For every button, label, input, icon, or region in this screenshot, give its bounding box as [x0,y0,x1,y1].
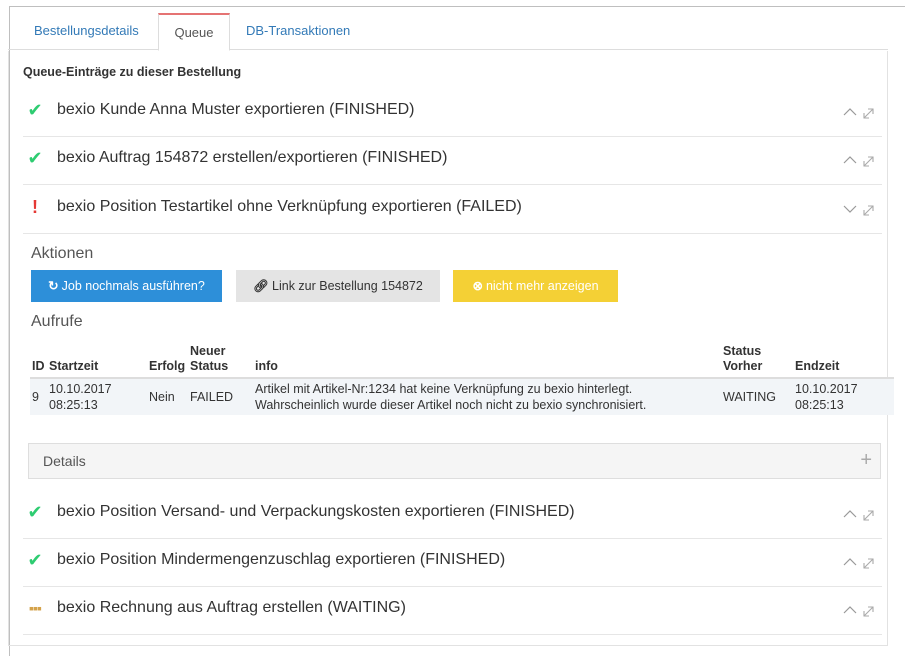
exclamation-icon: ! [32,197,38,217]
queue-item-title: bexio Auftrag 154872 erstellen/exportier… [57,149,448,166]
expand-arrow-icon[interactable] [863,558,874,569]
cell-id: 9 [30,377,47,415]
row-controls [842,601,882,619]
details-panel-header[interactable]: Details + [28,443,881,479]
calls-label: Aufrufe [31,313,83,330]
cell-prev-status: WAITING [721,377,793,415]
plus-icon[interactable]: + [860,448,872,472]
chevron-up-icon[interactable] [843,108,857,116]
queue-item-expanded[interactable]: ! bexio Position Testartikel ohne Verknü… [23,188,882,234]
check-icon: ✔ [27,100,43,120]
queue-item[interactable]: ✔ bexio Position Mindermengenzuschlag ex… [23,541,882,587]
col-success: Erfolg [147,341,188,379]
chevron-down-icon[interactable] [843,205,857,213]
dots-icon: ▪▪▪ [29,600,42,616]
expand-arrow-icon[interactable] [863,606,874,617]
tab-bestellungsdetails[interactable]: Bestellungsdetails [19,13,154,50]
row-controls [842,103,882,121]
queue-item-title: bexio Rechnung aus Auftrag erstellen (WA… [57,599,406,616]
col-end: Endzeit [793,341,894,379]
table-row: 9 10.10.2017 08:25:13 Nein FAILED Artikel… [30,377,894,415]
queue-item-title: bexio Position Versand- und Verpackungsk… [57,503,575,520]
col-prev-status: Status Vorher [721,341,793,379]
expand-arrow-icon[interactable] [863,205,874,216]
chevron-up-icon[interactable] [843,156,857,164]
cell-success: Nein [147,377,188,415]
times-circle-icon: ⊗ [472,279,483,293]
check-icon: ✔ [27,502,43,522]
retry-job-button[interactable]: ↻ Job nochmals ausführen? [31,270,222,302]
order-link-button[interactable]: 🔗︎ Link zur Bestellung 154872 [236,270,440,302]
expand-arrow-icon[interactable] [863,510,874,521]
row-controls [842,553,882,571]
refresh-icon: ↻ [48,279,59,293]
tab-db-transaktionen[interactable]: DB-Transaktionen [231,13,365,50]
link-icon: 🔗︎ [253,279,270,293]
tab-queue[interactable]: Queue [158,13,230,51]
check-icon: ✔ [27,550,43,570]
details-label: Details [43,453,86,469]
queue-item-title: bexio Position Testartikel ohne Verknüpf… [57,198,522,215]
expand-arrow-icon[interactable] [863,156,874,167]
col-info: info [253,341,721,379]
section-heading: Queue-Einträge zu dieser Bestellung [23,65,242,79]
table-header-row: ID Startzeit Erfolg Neuer Status info Sta… [30,341,894,379]
cell-info: Artikel mit Artikel-Nr:1234 hat keine Ve… [253,377,721,415]
queue-item[interactable]: ✔ bexio Auftrag 154872 erstellen/exporti… [23,139,882,185]
queue-item[interactable]: ✔ bexio Kunde Anna Muster exportieren (F… [23,91,882,137]
row-controls [842,151,882,169]
chevron-up-icon[interactable] [843,510,857,518]
queue-item-title: bexio Kunde Anna Muster exportieren (FIN… [57,101,415,118]
col-start: Startzeit [47,341,147,379]
hide-button[interactable]: ⊗ nicht mehr anzeigen [453,270,618,302]
col-id: ID [30,341,47,379]
tab-bar: Bestellungsdetails Queue DB-Transaktione… [8,13,888,51]
check-icon: ✔ [27,148,43,168]
queue-item-title: bexio Position Mindermengenzuschlag expo… [57,551,506,568]
calls-table: ID Startzeit Erfolg Neuer Status info Sta… [30,341,894,415]
chevron-up-icon[interactable] [843,558,857,566]
col-new-status: Neuer Status [188,341,253,379]
chevron-up-icon[interactable] [843,606,857,614]
row-controls [842,505,882,523]
row-controls [842,200,882,218]
cell-end: 10.10.2017 08:25:13 [793,377,894,415]
cell-new-status: FAILED [188,377,253,415]
queue-item[interactable]: ▪▪▪ bexio Rechnung aus Auftrag erstellen… [23,589,882,635]
actions-label: Aktionen [31,245,94,262]
cell-start: 10.10.2017 08:25:13 [47,377,147,415]
expand-arrow-icon[interactable] [863,108,874,119]
queue-item[interactable]: ✔ bexio Position Versand- und Verpackung… [23,493,882,539]
